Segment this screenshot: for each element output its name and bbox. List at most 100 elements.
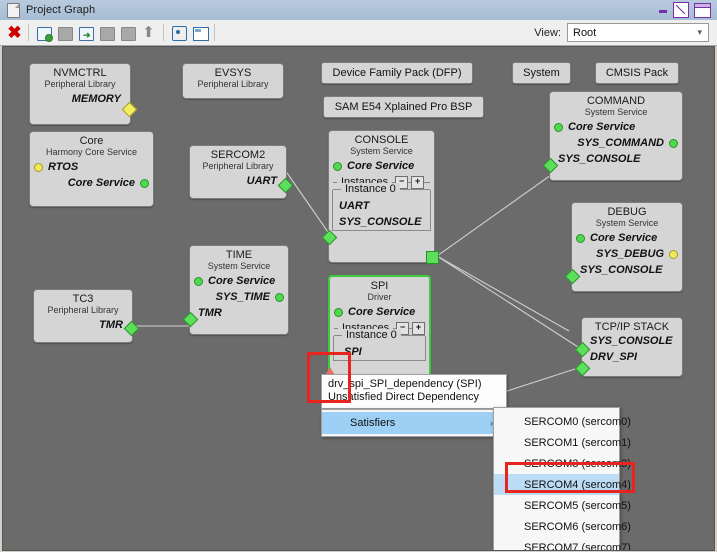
node-title: SPI bbox=[370, 280, 389, 292]
node-time[interactable]: TIME System Service Core Service SYS_TIM… bbox=[182, 245, 289, 335]
instance-port-row[interactable]: SYS_CONSOLE bbox=[333, 214, 430, 230]
node-port-row[interactable]: SYS_COMMAND bbox=[550, 135, 682, 151]
sercom4-item-highlight bbox=[505, 462, 635, 493]
node-port-row[interactable]: TMR bbox=[190, 305, 288, 321]
port-label: SYS_CONSOLE bbox=[590, 335, 673, 347]
node-port-row[interactable]: UART bbox=[190, 173, 286, 189]
node-port-row[interactable]: SYS_TIME bbox=[190, 289, 288, 305]
node-subtitle: Peripheral Library bbox=[202, 161, 274, 171]
submenu-item-sercom6[interactable]: SERCOM6 (sercom6) bbox=[494, 516, 631, 537]
port-label: Core Service bbox=[348, 306, 416, 318]
port-label: SYS_CONSOLE bbox=[580, 264, 663, 276]
status-dot-green bbox=[669, 138, 678, 148]
node-port-row[interactable]: SYS_CONSOLE bbox=[582, 333, 682, 349]
node-port-row[interactable]: MEMORY bbox=[30, 91, 130, 107]
node-port-row[interactable]: RTOS bbox=[30, 159, 153, 175]
node-core[interactable]: Core Harmony Core Service RTOS Core Serv… bbox=[29, 131, 154, 207]
up-arrow-icon[interactable]: ⬆ bbox=[139, 23, 158, 42]
toolbar-separator-3 bbox=[214, 24, 215, 41]
port-label: Core Service bbox=[347, 160, 415, 172]
tooltip-line-2: Unsatisfied Direct Dependency bbox=[328, 391, 480, 403]
node-evsys[interactable]: EVSYS Peripheral Library bbox=[182, 63, 284, 99]
port-pin-console-sys-console[interactable] bbox=[426, 251, 439, 264]
maximize-icon[interactable] bbox=[694, 2, 711, 18]
component-button[interactable] bbox=[55, 23, 74, 42]
node-port-row[interactable]: SYS_CONSOLE bbox=[572, 262, 682, 278]
node-title: COMMAND bbox=[586, 95, 646, 107]
submenu-item-label: SERCOM6 (sercom6) bbox=[524, 520, 631, 533]
node-port-row[interactable]: SYS_DEBUG bbox=[572, 246, 682, 262]
node-port-row[interactable]: TMR bbox=[34, 317, 132, 333]
status-dot-green bbox=[140, 178, 149, 188]
view-select-value: Root bbox=[573, 26, 597, 39]
instance-label: Instance 0 bbox=[341, 183, 400, 195]
window-controls bbox=[658, 2, 717, 18]
port-label: MEMORY bbox=[71, 93, 121, 105]
graph-canvas[interactable]: NVMCTRL Peripheral Library MEMORY EVSYS … bbox=[2, 46, 715, 551]
box-label: CMSIS Pack bbox=[605, 67, 669, 79]
node-port-row[interactable]: DRV_SPI bbox=[582, 349, 682, 365]
import-component-button[interactable]: ➜ bbox=[76, 23, 95, 42]
snapshot-button[interactable] bbox=[190, 23, 209, 42]
node-title: TIME bbox=[225, 249, 253, 261]
node-port-row[interactable]: Core Service bbox=[329, 158, 434, 174]
context-menu[interactable]: Satisfiers › bbox=[321, 409, 501, 437]
port-label: SYS_COMMAND bbox=[577, 137, 664, 149]
submenu-item-label: SERCOM0 (sercom0) bbox=[524, 415, 631, 428]
node-subtitle: Harmony Core Service bbox=[45, 147, 138, 157]
box-label: System bbox=[523, 67, 560, 79]
status-dot-green bbox=[194, 276, 203, 286]
node-port-row[interactable]: Core Service bbox=[572, 230, 682, 246]
node-sercom2[interactable]: SERCOM2 Peripheral Library UART bbox=[189, 145, 294, 199]
node-tcpip-stack[interactable]: TCP/IP STACK SYS_CONSOLE DRV_SPI bbox=[574, 317, 683, 377]
menu-item-satisfiers[interactable]: Satisfiers › bbox=[322, 412, 500, 434]
node-port-row[interactable]: Core Service bbox=[190, 273, 288, 289]
box-system[interactable]: System bbox=[512, 62, 571, 84]
port-label: TMR bbox=[198, 307, 222, 319]
instance-label: Instance 0 bbox=[342, 329, 401, 341]
node-command[interactable]: COMMAND System Service Core Service SYS_… bbox=[542, 91, 683, 181]
instance-port-row[interactable]: UART bbox=[333, 198, 430, 214]
float-icon[interactable] bbox=[673, 2, 689, 18]
node-console[interactable]: CONSOLE System Service Core Service Inst… bbox=[321, 130, 439, 264]
project-graph-window: Project Graph ✖ ➜ ⬆ View: Root ▾ NVMCTRL… bbox=[0, 0, 717, 552]
node-port-row[interactable]: Core Service bbox=[330, 304, 429, 320]
node-debug[interactable]: DEBUG System Service Core Service SYS_DE… bbox=[564, 202, 683, 292]
port-label: Core Service bbox=[67, 177, 135, 189]
port-label: UART bbox=[339, 200, 370, 212]
node-title: TC3 bbox=[72, 293, 94, 305]
node-nvmctrl[interactable]: NVMCTRL Peripheral Library MEMORY bbox=[29, 63, 138, 125]
box-device-family-pack[interactable]: Device Family Pack (DFP) bbox=[321, 62, 473, 84]
node-title: CONSOLE bbox=[354, 134, 409, 146]
node-port-row[interactable]: SYS_CONSOLE bbox=[550, 151, 682, 167]
submenu-item-sercom7[interactable]: SERCOM7 (sercom7) bbox=[494, 537, 631, 551]
port-label: Core Service bbox=[568, 121, 636, 133]
tooltip-line-1: drv_spi_SPI_dependency (SPI) bbox=[328, 378, 482, 390]
box-cmsis-pack[interactable]: CMSIS Pack bbox=[595, 62, 679, 84]
delete-button[interactable]: ✖ bbox=[5, 23, 24, 42]
remove-component-button[interactable] bbox=[97, 23, 116, 42]
fit-view-button[interactable] bbox=[169, 23, 188, 42]
port-label: SYS_CONSOLE bbox=[339, 216, 422, 228]
node-port-row[interactable]: Core Service bbox=[30, 175, 153, 191]
node-port-row[interactable]: Core Service bbox=[550, 119, 682, 135]
submenu-item-sercom1[interactable]: SERCOM1 (sercom1) bbox=[494, 432, 631, 453]
toolbar: ✖ ➜ ⬆ View: Root ▾ bbox=[0, 20, 717, 46]
node-tc3[interactable]: TC3 Peripheral Library TMR bbox=[33, 289, 140, 343]
port-label: SYS_DEBUG bbox=[596, 248, 664, 260]
submenu-item-sercom5[interactable]: SERCOM5 (sercom5) bbox=[494, 495, 631, 516]
node-subtitle: Peripheral Library bbox=[47, 305, 119, 315]
submenu-item-sercom0[interactable]: SERCOM0 (sercom0) bbox=[494, 411, 631, 432]
node-subtitle: Driver bbox=[367, 292, 392, 302]
view-select[interactable]: Root ▾ bbox=[567, 23, 709, 42]
node-subtitle: System Service bbox=[595, 218, 659, 228]
port-label: TMR bbox=[99, 319, 123, 331]
minimize-icon[interactable] bbox=[658, 5, 668, 15]
chevron-down-icon: ▾ bbox=[697, 27, 702, 37]
add-component-button[interactable] bbox=[34, 23, 53, 42]
select-component-button[interactable] bbox=[118, 23, 137, 42]
box-bsp[interactable]: SAM E54 Xplained Pro BSP bbox=[323, 96, 484, 118]
node-subtitle: System Service bbox=[350, 146, 413, 156]
node-title: SERCOM2 bbox=[210, 149, 266, 161]
view-selector-group: View: Root ▾ bbox=[534, 23, 717, 42]
